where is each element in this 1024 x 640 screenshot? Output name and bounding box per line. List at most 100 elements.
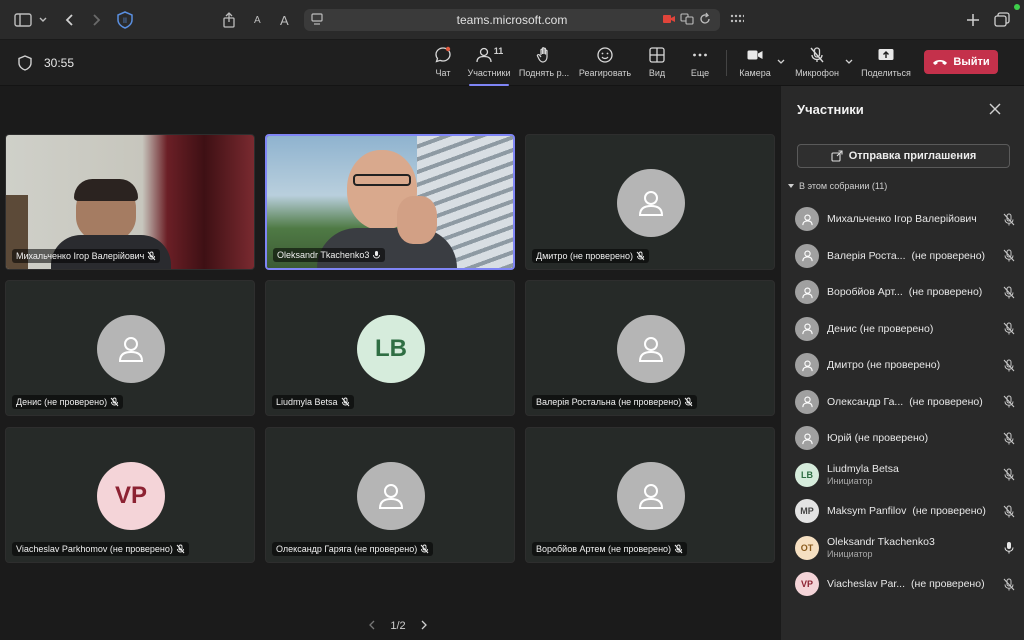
camera-options-chevron-icon[interactable] bbox=[776, 54, 786, 72]
avatar: OT bbox=[795, 535, 819, 560]
chevron-down-icon[interactable] bbox=[38, 10, 48, 30]
participant-status: (не проверено) bbox=[909, 395, 983, 408]
participant-status: (не проверено) bbox=[911, 249, 986, 262]
more-button[interactable]: Еще bbox=[686, 46, 714, 82]
text-small-icon[interactable]: A bbox=[254, 10, 261, 30]
mic-options-chevron-icon[interactable] bbox=[844, 54, 854, 72]
video-tile-mykhalchenko[interactable]: Михальченко Ігор Валерійович bbox=[5, 134, 255, 270]
react-button[interactable]: Реагировать bbox=[577, 46, 633, 82]
leave-button[interactable]: Выйти bbox=[924, 50, 998, 74]
participant-row[interactable]: Михальченко Ігор Валерійович bbox=[795, 204, 1017, 234]
view-label: Вид bbox=[648, 68, 666, 78]
pagination: 1/2 bbox=[368, 618, 428, 634]
participant-row[interactable]: Юрій (не проверено) bbox=[795, 423, 1017, 453]
share-icon[interactable] bbox=[222, 10, 236, 30]
participant-row[interactable]: VP Viacheslav Par... (не проверено) bbox=[795, 569, 1017, 599]
forward-icon[interactable] bbox=[90, 10, 102, 30]
mic-off-icon bbox=[1001, 432, 1017, 445]
mic-off-icon bbox=[147, 251, 156, 261]
participant-row[interactable]: Денис (не проверено) bbox=[795, 314, 1017, 344]
chat-button[interactable]: Чат bbox=[428, 46, 458, 82]
participant-name: Воробйов Арт... bbox=[827, 286, 903, 298]
participant-name: Maksym Panfilov bbox=[827, 505, 907, 517]
glasses-shape bbox=[353, 174, 411, 186]
participant-status: (не проверено) bbox=[908, 286, 983, 298]
avatar bbox=[795, 316, 819, 341]
in-meeting-section-header[interactable]: В этом собрании (11) bbox=[787, 181, 887, 191]
next-page-icon[interactable] bbox=[420, 620, 428, 633]
video-tile-liudmyla[interactable]: LB Liudmyla Betsa bbox=[265, 280, 515, 416]
reload-icon[interactable] bbox=[698, 12, 712, 29]
more-icon bbox=[693, 53, 707, 57]
plus-icon[interactable] bbox=[966, 10, 980, 30]
camera-active-icon[interactable] bbox=[662, 12, 676, 29]
prev-page-icon[interactable] bbox=[368, 620, 376, 633]
participant-row[interactable]: LB Liudmyla Betsa Инициатор bbox=[795, 460, 1017, 490]
video-tile-viacheslav[interactable]: VP Viacheslav Parkhomov (не проверено) bbox=[5, 427, 255, 563]
person-icon bbox=[638, 191, 664, 216]
tile-name-tag: Viacheslav Parkhomov (не проверено) bbox=[12, 542, 189, 556]
mic-off-icon bbox=[1001, 505, 1017, 518]
participant-row[interactable]: MP Maksym Panfilov (не проверено) bbox=[795, 496, 1017, 526]
participant-row[interactable]: Воробйов Арт... (не проверено) bbox=[795, 277, 1017, 307]
avatar bbox=[617, 315, 685, 383]
mic-on-icon bbox=[373, 251, 381, 259]
participant-row[interactable]: Олександр Га... (не проверено) bbox=[795, 387, 1017, 417]
participants-button[interactable]: 11 Участники bbox=[465, 46, 513, 86]
send-invite-button[interactable]: Отправка приглашения bbox=[797, 144, 1010, 168]
share-screen-button[interactable]: Поделиться bbox=[860, 46, 912, 82]
mic-off-icon bbox=[684, 397, 693, 407]
chat-label: Чат bbox=[435, 68, 451, 78]
video-tile-denys[interactable]: Денис (не проверено) bbox=[5, 280, 255, 416]
participant-row[interactable]: Дмитро (не проверено) bbox=[795, 350, 1017, 380]
participants-panel: Участники Отправка приглашения В этом со… bbox=[780, 86, 1024, 640]
mic-off-icon bbox=[1001, 578, 1017, 591]
avatar: MP bbox=[795, 499, 819, 523]
video-tile-oleksandr-haryaha[interactable]: Олександр Гаряга (не проверено) bbox=[265, 427, 515, 563]
camera-indicator-dot bbox=[1014, 4, 1020, 10]
avatar bbox=[795, 207, 819, 231]
back-icon[interactable] bbox=[64, 10, 76, 30]
mic-off-icon bbox=[1001, 286, 1017, 299]
person-icon bbox=[801, 432, 813, 444]
video-tile-dmytro[interactable]: Дмитро (не проверено) bbox=[525, 134, 775, 270]
share-screen-icon bbox=[878, 49, 894, 60]
raise-hand-label: Поднять р... bbox=[518, 68, 570, 78]
tabs-icon[interactable] bbox=[994, 10, 1010, 30]
participants-count: 11 bbox=[493, 46, 504, 56]
avatar-initials: OT bbox=[800, 542, 814, 553]
participant-name: Liudmyla Betsa bbox=[827, 463, 899, 475]
meeting-shield-icon[interactable] bbox=[18, 55, 32, 76]
avatar bbox=[795, 243, 819, 268]
participant-row[interactable]: OT Oleksandr Tkachenko3 Инициатор bbox=[795, 533, 1017, 563]
person-icon bbox=[801, 323, 813, 335]
reader-icon[interactable] bbox=[310, 12, 324, 29]
mic-off-icon bbox=[1001, 213, 1017, 226]
mic-off-icon bbox=[176, 544, 185, 554]
sidebar-icon[interactable] bbox=[14, 10, 32, 30]
person-icon bbox=[118, 337, 144, 362]
close-icon[interactable] bbox=[989, 102, 1001, 120]
translate-icon[interactable] bbox=[680, 12, 694, 29]
person-icon bbox=[801, 359, 813, 371]
text-large-icon[interactable]: A bbox=[280, 10, 289, 30]
view-button[interactable]: Вид bbox=[642, 46, 672, 82]
video-tile-valeriia[interactable]: Валерія Ростальна (не проверено) bbox=[525, 280, 775, 416]
shield-icon[interactable]: ll bbox=[117, 10, 133, 30]
share-arrow-icon bbox=[831, 150, 843, 162]
camera-button[interactable]: Камера bbox=[736, 46, 774, 82]
participant-name: Михальченко Ігор Валерійович bbox=[827, 213, 977, 225]
avatar-initials: LB bbox=[375, 335, 407, 362]
address-bar[interactable]: teams.microsoft.com bbox=[304, 9, 720, 31]
raise-hand-button[interactable]: Поднять р... bbox=[516, 46, 572, 82]
mic-off-icon bbox=[1001, 468, 1017, 481]
mic-off-icon bbox=[110, 397, 119, 407]
video-tile-tkachenko[interactable]: Oleksandr Tkachenko3 bbox=[265, 134, 515, 270]
tile-name: Liudmyla Betsa bbox=[276, 397, 338, 407]
participant-row[interactable]: Валерія Роста... (не проверено) bbox=[795, 241, 1017, 271]
microphone-button[interactable]: Микрофон bbox=[794, 46, 840, 82]
meeting-toolbar: 30:55 Чат 11 Участники Поднять р... Реаг… bbox=[0, 40, 1024, 86]
hang-up-icon bbox=[933, 60, 948, 65]
grid-icon[interactable] bbox=[730, 10, 744, 30]
video-tile-vorobiov[interactable]: Воробйов Артем (не проверено) bbox=[525, 427, 775, 563]
